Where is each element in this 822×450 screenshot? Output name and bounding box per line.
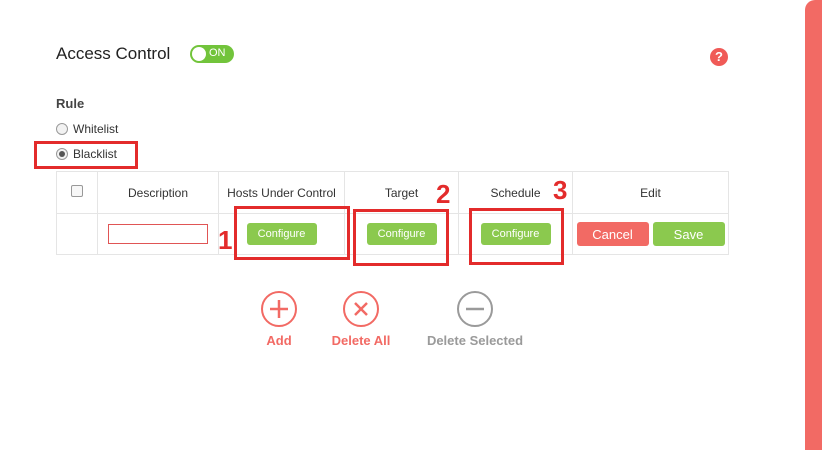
right-side-panel [805, 0, 822, 450]
row-select-cell [56, 213, 98, 255]
schedule-highlight-box [469, 208, 564, 265]
header-edit: Edit [572, 171, 729, 214]
delete-selected-label[interactable]: Delete Selected [410, 333, 540, 348]
header-description: Description [97, 171, 219, 214]
minus-circle-icon[interactable] [457, 291, 493, 327]
rule-label: Rule [56, 96, 85, 111]
edit-cell: Cancel Save [572, 213, 729, 255]
save-button[interactable]: Save [652, 222, 725, 246]
delete-all-label[interactable]: Delete All [316, 333, 406, 348]
description-cell [97, 213, 219, 255]
add-action[interactable]: Add [234, 291, 324, 348]
access-control-toggle[interactable]: ON [190, 45, 234, 63]
cancel-button[interactable]: Cancel [576, 222, 649, 246]
select-all-cell [56, 171, 98, 214]
whitelist-option[interactable]: Whitelist [56, 122, 118, 136]
annotation-number-2: 2 [436, 179, 451, 209]
x-circle-icon[interactable] [343, 291, 379, 327]
select-all-checkbox[interactable] [71, 185, 83, 197]
description-input[interactable] [108, 224, 208, 244]
add-label[interactable]: Add [234, 333, 324, 348]
hosts-highlight-box [234, 206, 350, 260]
page-title: Access Control [56, 44, 171, 63]
annotation-number-1: 1 [218, 225, 233, 255]
toggle-knob [192, 47, 206, 61]
delete-all-action[interactable]: Delete All [316, 291, 406, 348]
target-highlight-box [353, 209, 449, 266]
whitelist-label: Whitelist [73, 122, 119, 136]
table-header-row: Description Hosts Under Control Target S… [56, 171, 729, 214]
delete-selected-action[interactable]: Delete Selected [410, 291, 540, 348]
blacklist-highlight-box [34, 141, 138, 169]
whitelist-radio[interactable] [56, 123, 68, 135]
toggle-label: ON [209, 47, 226, 59]
plus-circle-icon[interactable] [261, 291, 297, 327]
help-icon[interactable]: ? [710, 48, 728, 66]
annotation-number-3: 3 [553, 175, 568, 205]
